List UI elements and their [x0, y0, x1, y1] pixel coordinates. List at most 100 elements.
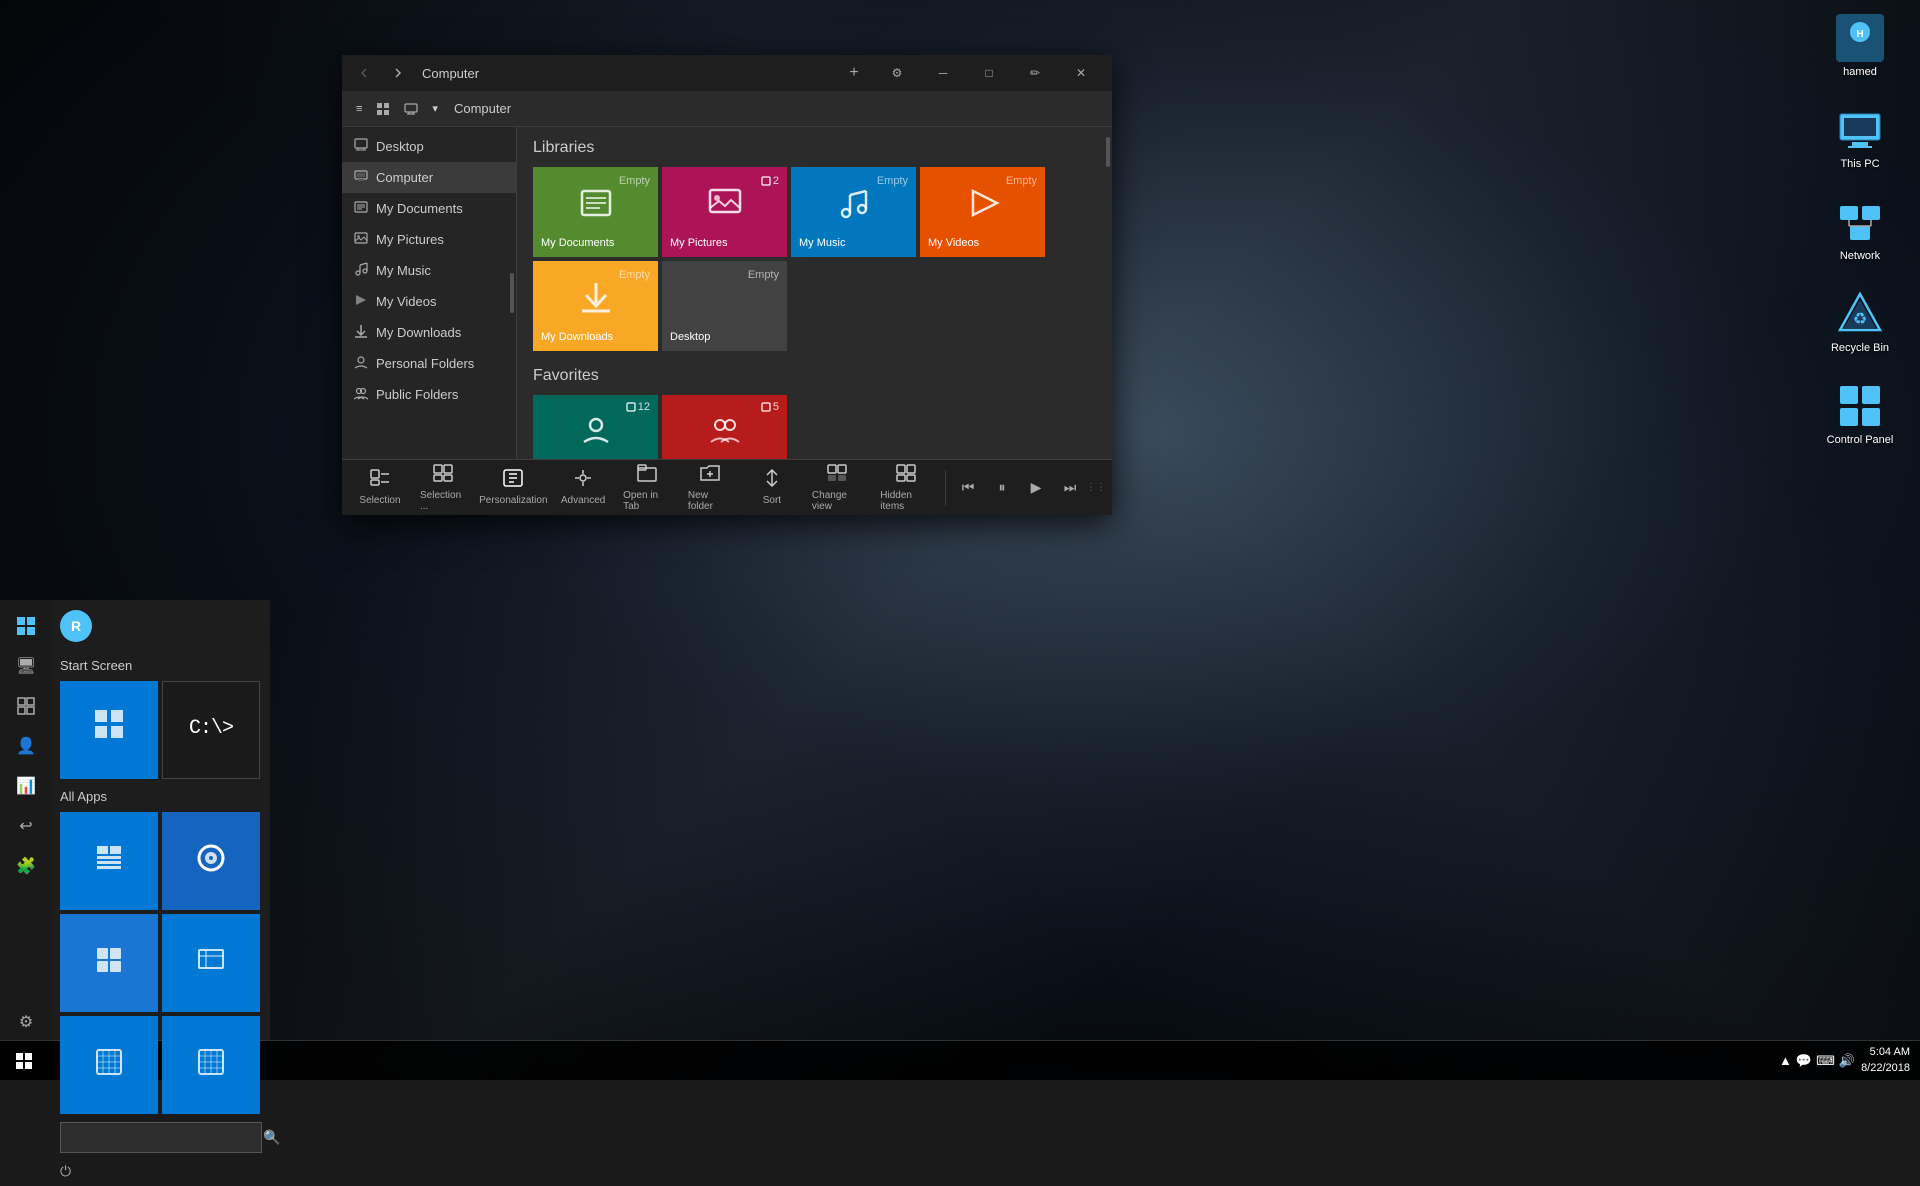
desktop-empty-badge: Empty: [748, 269, 779, 281]
forward-button[interactable]: [384, 59, 412, 87]
tray-keyboard-icon[interactable]: ⌨: [1816, 1053, 1835, 1069]
sidebar-item-my-videos[interactable]: My Videos: [342, 286, 516, 317]
breadcrumb-text: Computer: [446, 97, 519, 120]
desktop-icon-recycle-bin[interactable]: ♻ Recycle Bin: [1820, 286, 1900, 358]
sidebar-item-public-folders[interactable]: Public Folders: [342, 379, 516, 410]
selection2-button[interactable]: Selection ...: [412, 460, 474, 516]
media-play-button[interactable]: ▶: [1020, 472, 1052, 504]
tile-my-downloads[interactable]: Empty My Downloads: [533, 261, 658, 351]
sidebar-item-my-downloads[interactable]: My Downloads: [342, 317, 516, 348]
tile-app-3[interactable]: [60, 914, 158, 1012]
my-documents-sidebar-icon: [354, 200, 368, 217]
public-tile-badge: 5: [761, 401, 779, 413]
tile-app-5[interactable]: [60, 1016, 158, 1114]
view-icon: [376, 102, 390, 116]
tile-my-documents[interactable]: Empty My Documents: [533, 167, 658, 257]
start-search-bar[interactable]: 🔍: [60, 1122, 262, 1153]
start-search-input[interactable]: [61, 1124, 253, 1151]
this-pc-label: This PC: [1840, 158, 1879, 170]
tile-settings[interactable]: [60, 681, 158, 779]
my-videos-tile-icon: [965, 185, 1001, 230]
desktop-icons: H hamed This PC: [1820, 10, 1900, 450]
tile-app-2[interactable]: [162, 812, 260, 910]
rail-history-icon[interactable]: ↩: [6, 808, 46, 844]
personal-folders-sidebar-icon: [354, 355, 368, 372]
sort-button[interactable]: Sort: [742, 465, 802, 510]
rail-puzzle-icon[interactable]: 🧩: [6, 848, 46, 884]
tile-desktop[interactable]: Empty Desktop: [662, 261, 787, 351]
desktop-icon-hamed[interactable]: H hamed: [1820, 10, 1900, 82]
tile-my-pictures[interactable]: 2 My Pictures: [662, 167, 787, 257]
advanced-button[interactable]: Advanced: [553, 465, 613, 510]
sidebar-item-my-documents[interactable]: My Documents: [342, 193, 516, 224]
rail-grid-icon[interactable]: [6, 688, 46, 724]
grid-toggle[interactable]: ⋮⋮: [1088, 480, 1104, 496]
control-panel-icon: [1836, 382, 1884, 430]
rail-settings-icon[interactable]: ⚙: [6, 1004, 46, 1040]
personalization-button[interactable]: Personalization: [476, 465, 552, 510]
desktop-icon-control-panel[interactable]: Control Panel: [1820, 378, 1900, 450]
tile-my-videos[interactable]: Empty My Videos: [920, 167, 1045, 257]
tile-app-1[interactable]: [60, 812, 158, 910]
tile-personal[interactable]: 12: [533, 395, 658, 459]
taskbar-clock[interactable]: 5:04 AM 8/22/2018: [1861, 1045, 1910, 1076]
tray-speech-icon[interactable]: 💬: [1796, 1053, 1812, 1069]
taskbar: ▲ 💬 ⌨ 🔊 5:04 AM 8/22/2018: [0, 1040, 1920, 1080]
tile-terminal[interactable]: C:\>: [162, 681, 260, 779]
edit-button[interactable]: ✏: [1012, 55, 1058, 91]
sidebar-item-computer[interactable]: Computer: [342, 162, 516, 193]
start-screen-label: Start Screen: [52, 652, 270, 677]
tile-app-6[interactable]: [162, 1016, 260, 1114]
change-view-button[interactable]: Change view: [804, 460, 870, 516]
desktop-icon-network[interactable]: Network: [1820, 194, 1900, 266]
start-button[interactable]: [0, 1041, 48, 1081]
my-downloads-tile-icon: [578, 279, 614, 324]
back-button[interactable]: [350, 59, 378, 87]
monitor-button[interactable]: [398, 99, 424, 119]
settings-button[interactable]: ⚙: [874, 55, 920, 91]
my-downloads-sidebar-icon: [354, 324, 368, 341]
sidebar-scrollbar[interactable]: [510, 273, 514, 313]
maximize-button[interactable]: □: [966, 55, 1012, 91]
tray-expand-icon[interactable]: ▲: [1779, 1053, 1792, 1068]
media-next-button[interactable]: ⏭: [1054, 472, 1086, 504]
content-scrollbar[interactable]: [1106, 137, 1110, 167]
selection-button[interactable]: Selection: [350, 465, 410, 510]
minimize-button[interactable]: ─: [920, 55, 966, 91]
media-prev-button[interactable]: ⏮: [952, 472, 984, 504]
my-videos-tile-label: My Videos: [928, 237, 979, 249]
start-search-button[interactable]: 🔍: [253, 1123, 290, 1152]
rail-start-icon[interactable]: [6, 608, 46, 644]
sidebar-item-personal-folders[interactable]: Personal Folders: [342, 348, 516, 379]
dropdown-button[interactable]: ▾: [426, 98, 444, 119]
desktop-icon-this-pc[interactable]: This PC: [1820, 102, 1900, 174]
window-controls: ⚙ ─ □ ✏ ✕: [874, 55, 1104, 91]
new-folder-button[interactable]: New folder: [680, 460, 740, 516]
sidebar-item-desktop[interactable]: Desktop: [342, 131, 516, 162]
my-pictures-tile-label: My Pictures: [670, 237, 727, 249]
tile-app-4[interactable]: [162, 914, 260, 1012]
sidebar-item-my-pictures[interactable]: My Pictures: [342, 224, 516, 255]
my-music-empty-badge: Empty: [877, 175, 908, 187]
rail-chart-icon[interactable]: 📊: [6, 768, 46, 804]
start-power-button[interactable]: ⏻: [52, 1157, 270, 1186]
tile-public[interactable]: 5: [662, 395, 787, 459]
add-tab-button[interactable]: +: [840, 59, 868, 87]
selection2-icon: [433, 464, 453, 487]
rail-monitor-icon[interactable]: 🖥: [6, 648, 46, 684]
media-pause-button[interactable]: ⏸: [986, 472, 1018, 504]
app5-icon: [95, 1048, 123, 1083]
open-in-tab-button[interactable]: Open in Tab: [615, 460, 678, 516]
tile-my-music[interactable]: Empty My Music: [791, 167, 916, 257]
sidebar-item-my-music[interactable]: My Music: [342, 255, 516, 286]
public-tile-icon: [709, 414, 741, 446]
close-button[interactable]: ✕: [1058, 55, 1104, 91]
hamburger-button[interactable]: ≡: [350, 99, 368, 119]
app2-icon: [197, 844, 225, 879]
my-documents-empty-badge: Empty: [619, 175, 650, 187]
hidden-items-button[interactable]: Hidden items: [872, 460, 939, 516]
tray-volume-icon[interactable]: 🔊: [1839, 1053, 1855, 1069]
computer-sidebar-icon: [354, 169, 368, 186]
rail-person-icon[interactable]: 👤: [6, 728, 46, 764]
view-toggle-button[interactable]: [370, 98, 396, 120]
